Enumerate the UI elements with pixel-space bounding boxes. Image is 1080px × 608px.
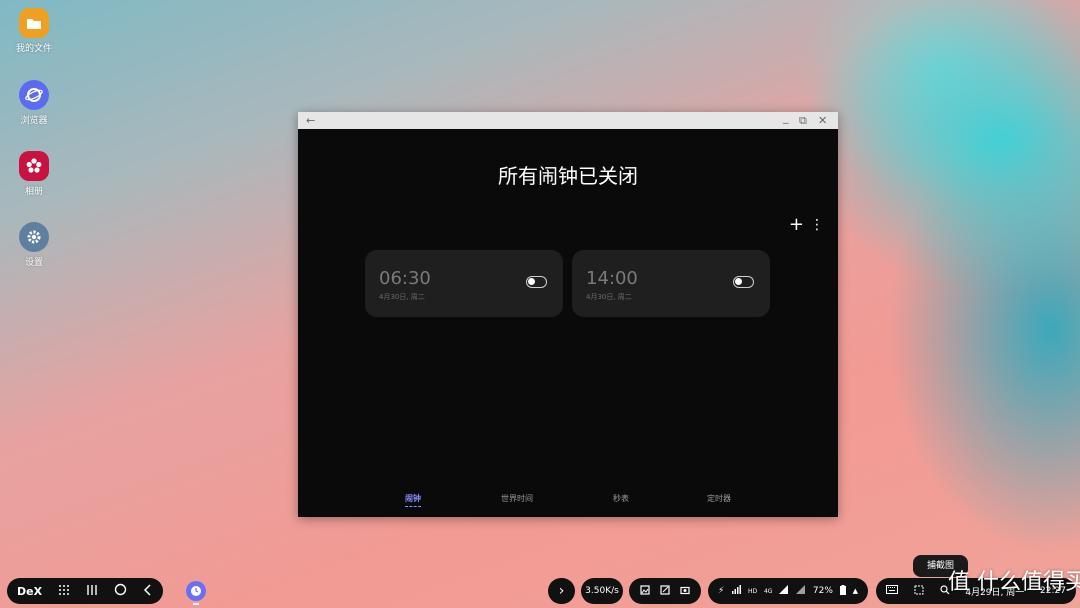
tab-stopwatch[interactable]: 秒表 [613,493,629,504]
home-icon[interactable] [114,583,127,599]
apps-grid-icon[interactable] [58,584,70,599]
gallery-icon [19,151,49,181]
desktop-icon-settings[interactable]: 设置 [14,222,54,268]
watermark-logo: 值 什么值得买 [948,570,1080,595]
caret-up-icon: ▲ [852,587,858,595]
desktop-icon-label: 我的文件 [15,44,52,54]
recents-icon[interactable] [86,584,98,599]
desktop-icon-label: 设置 [24,258,43,268]
desktop-icon-label: 相册 [24,187,43,197]
alarm-toggle[interactable] [733,276,754,288]
status-indicators[interactable]: ⚡ HD 4G 72% ▲ [708,578,868,604]
chevron-right-icon: › [558,583,565,599]
capture-icon[interactable] [914,585,924,598]
cell-signal-icon [796,585,806,597]
network-speed-indicator: 3.50K/s [581,578,623,604]
back-arrow-icon[interactable]: ← [306,113,315,128]
tab-alarm[interactable]: 闹钟 [405,493,421,507]
dex-button[interactable]: DeX [17,585,42,598]
desktop-icon-my-files[interactable]: 我的文件 [14,8,54,54]
alarm-date: 4月30日, 周二 [586,293,632,301]
camera-icon[interactable] [680,585,690,598]
folder-icon [19,8,49,38]
tab-timer[interactable]: 定时器 [707,493,731,504]
desktop-icon-label: 浏览器 [20,116,48,126]
desktop-icon-browser[interactable]: 浏览器 [14,80,54,126]
tab-world-clock[interactable]: 世界时间 [501,493,533,504]
toggle-knob [735,278,742,285]
alarm-date: 4月30日, 周二 [379,293,425,301]
screen-write-icon[interactable] [660,584,670,598]
dex-navigation-bar: DeX [7,578,163,604]
alarm-time: 14:00 [586,268,638,289]
wifi-signal-icon [731,585,742,597]
page-title: 所有闹钟已关闭 [498,164,638,188]
alarm-toggle[interactable] [526,276,547,288]
alarm-card[interactable]: 06:30 4月30日, 周二 [365,250,563,317]
battery-level: 72% [812,586,833,596]
close-button[interactable]: ✕ [818,113,827,128]
add-alarm-button[interactable]: + [789,216,804,234]
restore-button[interactable]: ⧉ [799,113,807,128]
screenshot-icon[interactable] [640,584,650,598]
lte-badge: 4G [763,587,773,595]
back-icon[interactable] [143,583,153,599]
alarm-time: 06:30 [379,268,431,289]
minimize-button[interactable]: _ [783,110,789,125]
desktop-icon-gallery[interactable]: 相册 [14,151,54,197]
hd-badge: HD [747,587,758,595]
quick-tools [629,578,701,604]
battery-icon [839,585,846,597]
clock-app-taskbar-icon[interactable] [186,581,206,601]
more-options-button[interactable]: ⋮ [810,216,824,234]
mute-icon: ⚡ [718,586,725,596]
active-app-indicator [193,603,199,605]
network-speed: 3.50K/s [585,586,619,596]
browser-icon [19,80,49,110]
clock-icon [191,586,201,596]
clock-window: ← _ ⧉ ✕ 所有闹钟已关闭 + ⋮ 06:30 4月30日, 周二 14:0… [298,110,838,517]
toggle-knob [528,278,535,285]
expand-tray-button[interactable]: › [548,578,575,604]
gear-icon [19,222,49,252]
keyboard-icon[interactable] [886,585,898,597]
cell-signal-icon [779,585,789,597]
window-titlebar[interactable]: ← _ ⧉ ✕ [298,110,838,129]
alarm-card[interactable]: 14:00 4月30日, 周二 [572,250,770,317]
